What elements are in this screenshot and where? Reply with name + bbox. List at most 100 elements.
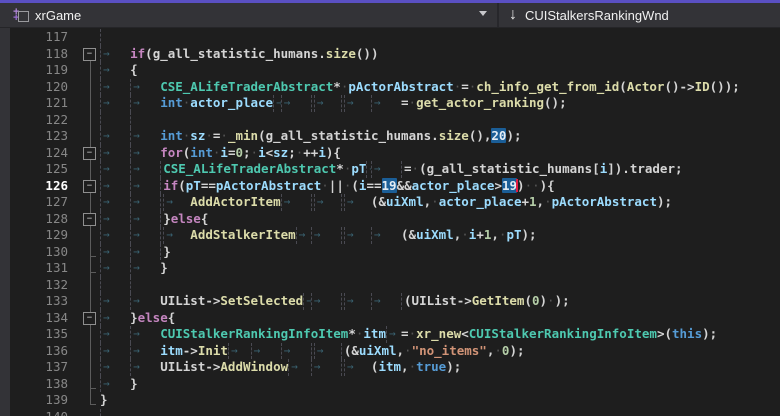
fold-marker[interactable]: − (83, 47, 96, 61)
code-token: (& (343, 342, 359, 358)
code-line[interactable]: 121→→int·actor_place→→→→→→→=·get_actor_r… (10, 95, 780, 112)
code-token: int (160, 128, 183, 143)
code-token: _min (227, 128, 259, 143)
outline-margin (80, 342, 100, 360)
code-token: sz (190, 128, 206, 143)
tab-arrow-icon: → (100, 326, 130, 343)
code-token: (& (401, 227, 417, 242)
tab-arrow-icon: → (130, 293, 160, 310)
code-token: else (137, 309, 168, 325)
tab-arrow-icon: → (227, 342, 251, 359)
indent-guide (100, 29, 130, 46)
line-number: 131 (45, 260, 68, 275)
code-token: else (170, 210, 201, 226)
code-token: int (190, 144, 213, 160)
line-number: 121 (45, 95, 68, 110)
tab-arrow-icon: → (100, 375, 130, 392)
line-number: 132 (45, 276, 68, 292)
code-token: actor_place (411, 177, 495, 193)
tab-arrow-icon: → (288, 359, 311, 376)
fold-marker[interactable]: − (83, 146, 96, 160)
chevron-down-icon[interactable] (479, 11, 487, 16)
code-line[interactable]: 124− → → for(int·i=0;·i<sz;·++i){ (10, 144, 780, 161)
tab-arrow-icon: → (343, 227, 371, 244)
code-token: ) (517, 177, 525, 193)
code-line[interactable]: 139} (10, 392, 780, 409)
code-token: size (325, 45, 356, 61)
code-token: ()-> (664, 78, 695, 94)
tab-arrow-icon: → (370, 95, 401, 112)
code-text: →{ (100, 62, 780, 79)
tab-arrow-icon: → (100, 177, 130, 194)
code-line[interactable]: 120 → → CSE_ALifeTraderAbstract*·pActorAbst… (10, 78, 780, 95)
fold-marker[interactable]: − (83, 212, 96, 226)
code-token: >( (656, 326, 672, 341)
navigation-bar: + + xrGame ↓ CUIStalkersRankingWnd (0, 3, 780, 28)
outline-margin (80, 29, 100, 46)
code-token: ); (509, 342, 525, 358)
code-line[interactable]: 123 → → int·sz·=·_min(g_all_statistic_human… (10, 128, 780, 145)
code-token: this (672, 326, 703, 341)
outline-margin (80, 359, 100, 376)
code-line[interactable]: 138 →} (10, 375, 780, 392)
line-number: 117 (45, 29, 68, 44)
code-line[interactable]: 133→→UIList->SetSelected→→→→→→(UIList->G… (10, 293, 780, 310)
code-line[interactable]: 128 −→→→}else{ (10, 210, 780, 227)
code-token: } (160, 260, 168, 275)
tab-arrow-icon: → (130, 243, 160, 260)
code-line[interactable]: 129→→→→AddStalkerItem→→→→→(&uiXml,·i+1,·… (10, 227, 780, 244)
code-line[interactable]: 132 (10, 276, 780, 293)
code-token: ){ (325, 144, 341, 160)
tab-arrow-icon: → (343, 293, 371, 310)
tab-arrow-icon: → (100, 128, 130, 145)
tab-arrow-icon: → (163, 227, 190, 244)
code-token: pActorAbstract (215, 177, 322, 193)
code-token: 1 (529, 194, 537, 209)
code-line[interactable]: 136 →→itm->Init→→→→→→(&uiXml,·"no_items",… (10, 342, 780, 360)
code-token: { (130, 62, 138, 77)
code-line[interactable]: 122 (10, 111, 780, 128)
code-token: , (396, 342, 405, 358)
tab-arrow-icon: → (100, 144, 130, 161)
code-token: g_all_statistic_humans (152, 45, 319, 61)
code-line[interactable]: 119 →{ (10, 62, 780, 79)
space-dot: · (524, 177, 533, 193)
project-dropdown[interactable]: + + xrGame (0, 3, 497, 27)
line-number: 133 (45, 293, 68, 308)
code-token: && (396, 177, 412, 193)
code-token: if (163, 177, 179, 193)
code-text: → →} (100, 260, 780, 277)
code-text: → if(g_all_statistic_humans.size()) (100, 45, 780, 62)
code-token: } (163, 210, 171, 226)
member-dropdown[interactable]: ↓ CUIStalkersRankingWnd (497, 3, 780, 27)
code-line[interactable]: 126−→→→if(pT==pActorAbstract·||·(i==19&&… (10, 177, 780, 194)
code-line[interactable]: 140 (10, 408, 780, 416)
code-token: + (476, 227, 484, 242)
code-token: pT (185, 177, 201, 193)
code-line[interactable]: 125 →→→CSE_ALifeTraderAbstract*·pT→→→=·(g… (10, 161, 780, 178)
code-token: pT (351, 161, 367, 176)
fold-marker[interactable]: − (83, 311, 96, 325)
tab-arrow-icon: → (100, 78, 130, 95)
code-line[interactable]: 127 →→→→AddActorItem→→→→→(&uiXml,·actor_p… (10, 194, 780, 211)
code-line[interactable]: 135 → → CUIStalkerRankingInfoItem*·itm → =·xr… (10, 326, 780, 343)
code-line[interactable]: 137 →→UIList->AddWindow→→→→(itm,·true); (10, 359, 780, 376)
code-line[interactable]: 134 − →}else{ (10, 309, 780, 326)
fold-marker[interactable]: − (83, 179, 96, 193)
code-line[interactable]: 131 → →} (10, 260, 780, 277)
code-line[interactable]: 118 − → if(g_all_statistic_humans.size()) (10, 45, 780, 62)
line-number: 140 (45, 408, 68, 416)
code-token: i (258, 144, 266, 160)
code-token: true (416, 359, 447, 374)
tab-arrow-icon: → (370, 293, 401, 310)
code-text: →→→CSE_ALifeTraderAbstract*·pT→→→=·(g_al… (100, 161, 780, 178)
code-viewport[interactable]: 117 118− → if(g_all_statistic_humans.size()… (0, 28, 780, 416)
code-token: 0 (235, 144, 243, 160)
line-number: 139 (45, 392, 68, 407)
code-line[interactable]: 130 →→→} (10, 243, 780, 260)
tab-arrow-icon: → (130, 227, 160, 244)
code-line[interactable]: 117 (10, 29, 780, 46)
outline-margin (80, 128, 100, 145)
code-token: ch_info_get_from_id (476, 78, 620, 94)
line-number: 125 (45, 161, 68, 176)
